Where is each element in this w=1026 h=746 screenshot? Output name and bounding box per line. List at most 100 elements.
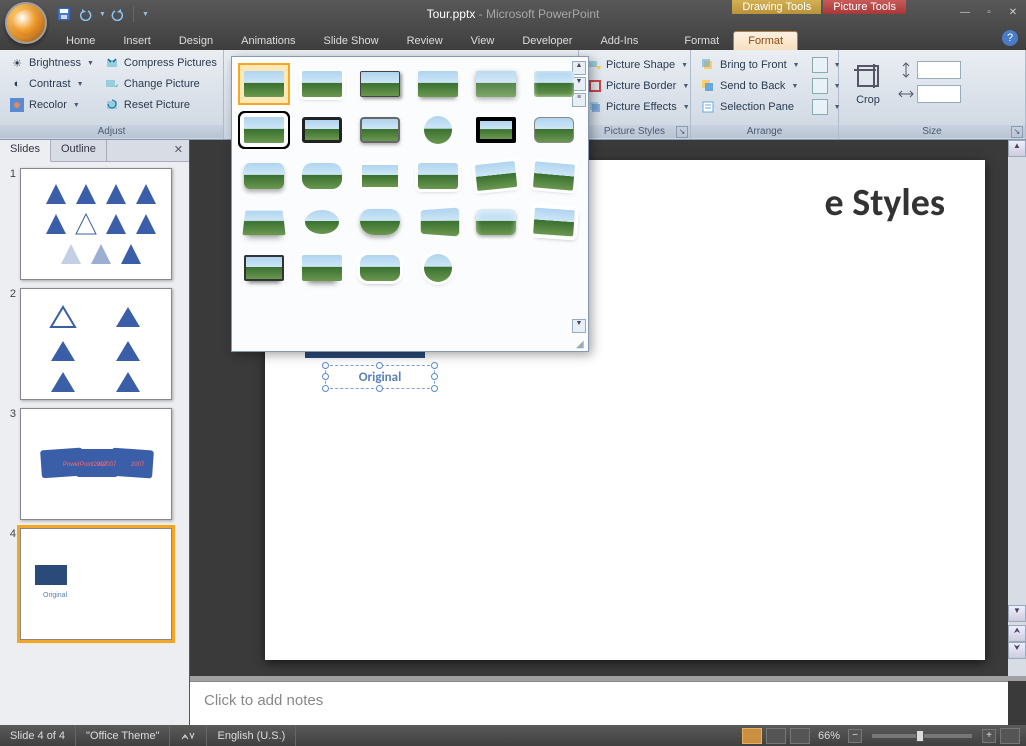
view-slideshow-button[interactable] bbox=[790, 728, 810, 744]
prev-slide-button[interactable]: ⮝ bbox=[1008, 625, 1026, 642]
picture-style-item[interactable] bbox=[414, 65, 462, 103]
zoom-out-button[interactable]: − bbox=[848, 729, 862, 743]
selection-pane-button[interactable]: Selection Pane bbox=[696, 97, 804, 117]
close-button[interactable]: ✕ bbox=[1005, 5, 1021, 19]
slide-thumbnail[interactable]: PowerPoint2007vs20072007 bbox=[20, 408, 172, 520]
selection-handle[interactable] bbox=[322, 362, 329, 369]
zoom-slider-thumb[interactable] bbox=[916, 730, 924, 742]
minimize-button[interactable]: — bbox=[957, 5, 973, 19]
picture-style-item[interactable] bbox=[356, 111, 404, 149]
picture-shape-button[interactable]: Picture Shape▼ bbox=[584, 55, 685, 75]
save-icon[interactable] bbox=[55, 5, 73, 23]
height-input[interactable] bbox=[917, 61, 961, 79]
tab-insert[interactable]: Insert bbox=[109, 32, 165, 50]
dialog-launcher-icon[interactable]: ↘ bbox=[676, 126, 688, 138]
tab-design[interactable]: Design bbox=[165, 32, 227, 50]
picture-style-item[interactable] bbox=[298, 65, 346, 103]
picture-style-item[interactable] bbox=[530, 157, 578, 195]
picture-style-item[interactable] bbox=[472, 157, 520, 195]
scroll-down-button[interactable]: ▼ bbox=[1008, 605, 1026, 622]
picture-style-item[interactable] bbox=[472, 111, 520, 149]
send-to-back-button[interactable]: Send to Back▼ bbox=[696, 76, 804, 96]
crop-button[interactable]: Crop bbox=[844, 57, 892, 109]
picture-style-item[interactable] bbox=[240, 111, 288, 149]
picture-style-item[interactable] bbox=[414, 157, 462, 195]
undo-dropdown-icon[interactable]: ▼ bbox=[99, 11, 106, 18]
brightness-button[interactable]: ☀Brightness▼ bbox=[5, 53, 98, 73]
recolor-button[interactable]: Recolor▼ bbox=[5, 95, 98, 115]
redo-icon[interactable] bbox=[109, 5, 127, 23]
tab-slide-show[interactable]: Slide Show bbox=[310, 32, 393, 50]
picture-style-item[interactable] bbox=[356, 249, 404, 287]
picture-style-item[interactable] bbox=[472, 203, 520, 241]
scroll-up-button[interactable]: ▲ bbox=[1008, 140, 1026, 157]
tab-format-drawing[interactable]: Format bbox=[670, 32, 733, 50]
picture-style-item[interactable] bbox=[298, 111, 346, 149]
status-theme[interactable]: "Office Theme" bbox=[76, 725, 170, 746]
picture-style-item[interactable] bbox=[356, 157, 404, 195]
zoom-slider[interactable] bbox=[872, 734, 972, 738]
picture-style-item[interactable] bbox=[356, 65, 404, 103]
picture-style-item[interactable] bbox=[472, 65, 520, 103]
picture-style-item[interactable] bbox=[414, 249, 462, 287]
picture-style-item[interactable] bbox=[414, 111, 462, 149]
picture-style-item[interactable] bbox=[298, 157, 346, 195]
dialog-launcher-icon[interactable]: ↘ bbox=[1011, 126, 1023, 138]
undo-icon[interactable] bbox=[76, 5, 94, 23]
status-slide-number[interactable]: Slide 4 of 4 bbox=[0, 725, 76, 746]
notes-pane[interactable]: Click to add notes bbox=[190, 681, 1008, 725]
picture-style-item[interactable] bbox=[240, 65, 288, 103]
tab-add-ins[interactable]: Add-Ins bbox=[586, 32, 652, 50]
tab-developer[interactable]: Developer bbox=[508, 32, 586, 50]
picture-style-item[interactable] bbox=[298, 249, 346, 287]
selection-handle[interactable] bbox=[376, 385, 383, 392]
selected-caption-box[interactable]: Original bbox=[325, 365, 435, 389]
selection-handle[interactable] bbox=[322, 373, 329, 380]
office-button[interactable] bbox=[5, 2, 47, 44]
gallery-resize-grip[interactable]: ◢ bbox=[576, 339, 586, 349]
selection-handle[interactable] bbox=[431, 385, 438, 392]
slide-thumbnail[interactable] bbox=[20, 168, 172, 280]
compress-pictures-button[interactable]: Compress Pictures bbox=[100, 53, 221, 73]
gallery-scroll-bottom[interactable]: ▼ bbox=[572, 319, 586, 333]
next-slide-button[interactable]: ⮟ bbox=[1008, 642, 1026, 659]
slide-thumbnail[interactable] bbox=[20, 288, 172, 400]
picture-style-item[interactable] bbox=[530, 203, 578, 241]
view-sorter-button[interactable] bbox=[766, 728, 786, 744]
restore-button[interactable]: ▫ bbox=[981, 5, 997, 19]
picture-style-item[interactable] bbox=[298, 203, 346, 241]
width-spinner[interactable] bbox=[898, 85, 961, 103]
vertical-scrollbar[interactable]: ▲ ▼ ⮝ ⮟ bbox=[1008, 140, 1026, 676]
help-button[interactable]: ? bbox=[1002, 30, 1018, 46]
reset-picture-button[interactable]: Reset Picture bbox=[100, 95, 221, 115]
picture-border-button[interactable]: Picture Border▼ bbox=[584, 76, 685, 96]
height-spinner[interactable] bbox=[898, 61, 961, 79]
tab-slides-thumbnails[interactable]: Slides bbox=[0, 140, 51, 162]
tab-view[interactable]: View bbox=[457, 32, 509, 50]
view-normal-button[interactable] bbox=[742, 728, 762, 744]
contrast-button[interactable]: ◐Contrast▼ bbox=[5, 74, 98, 94]
status-language[interactable]: English (U.S.) bbox=[207, 725, 296, 746]
width-input[interactable] bbox=[917, 85, 961, 103]
tab-home[interactable]: Home bbox=[52, 32, 109, 50]
tab-animations[interactable]: Animations bbox=[227, 32, 309, 50]
panel-close-button[interactable]: ✕ bbox=[168, 140, 189, 161]
picture-style-item[interactable] bbox=[530, 111, 578, 149]
zoom-fit-button[interactable] bbox=[1000, 728, 1020, 744]
picture-style-item[interactable] bbox=[240, 203, 288, 241]
tab-format-picture[interactable]: Format bbox=[733, 31, 798, 50]
selection-handle[interactable] bbox=[376, 362, 383, 369]
picture-style-item[interactable] bbox=[240, 249, 288, 287]
picture-style-item[interactable] bbox=[240, 157, 288, 195]
picture-style-item[interactable] bbox=[530, 65, 578, 103]
zoom-in-button[interactable]: + bbox=[982, 729, 996, 743]
tab-outline[interactable]: Outline bbox=[51, 140, 107, 161]
selection-handle[interactable] bbox=[322, 385, 329, 392]
picture-style-item[interactable] bbox=[414, 203, 462, 241]
qat-customize-icon[interactable]: ▼ bbox=[142, 11, 149, 18]
tab-review[interactable]: Review bbox=[393, 32, 457, 50]
selection-handle[interactable] bbox=[431, 362, 438, 369]
slide-thumbnail[interactable]: Original bbox=[20, 528, 172, 640]
bring-to-front-button[interactable]: Bring to Front▼ bbox=[696, 55, 804, 75]
change-picture-button[interactable]: Change Picture bbox=[100, 74, 221, 94]
